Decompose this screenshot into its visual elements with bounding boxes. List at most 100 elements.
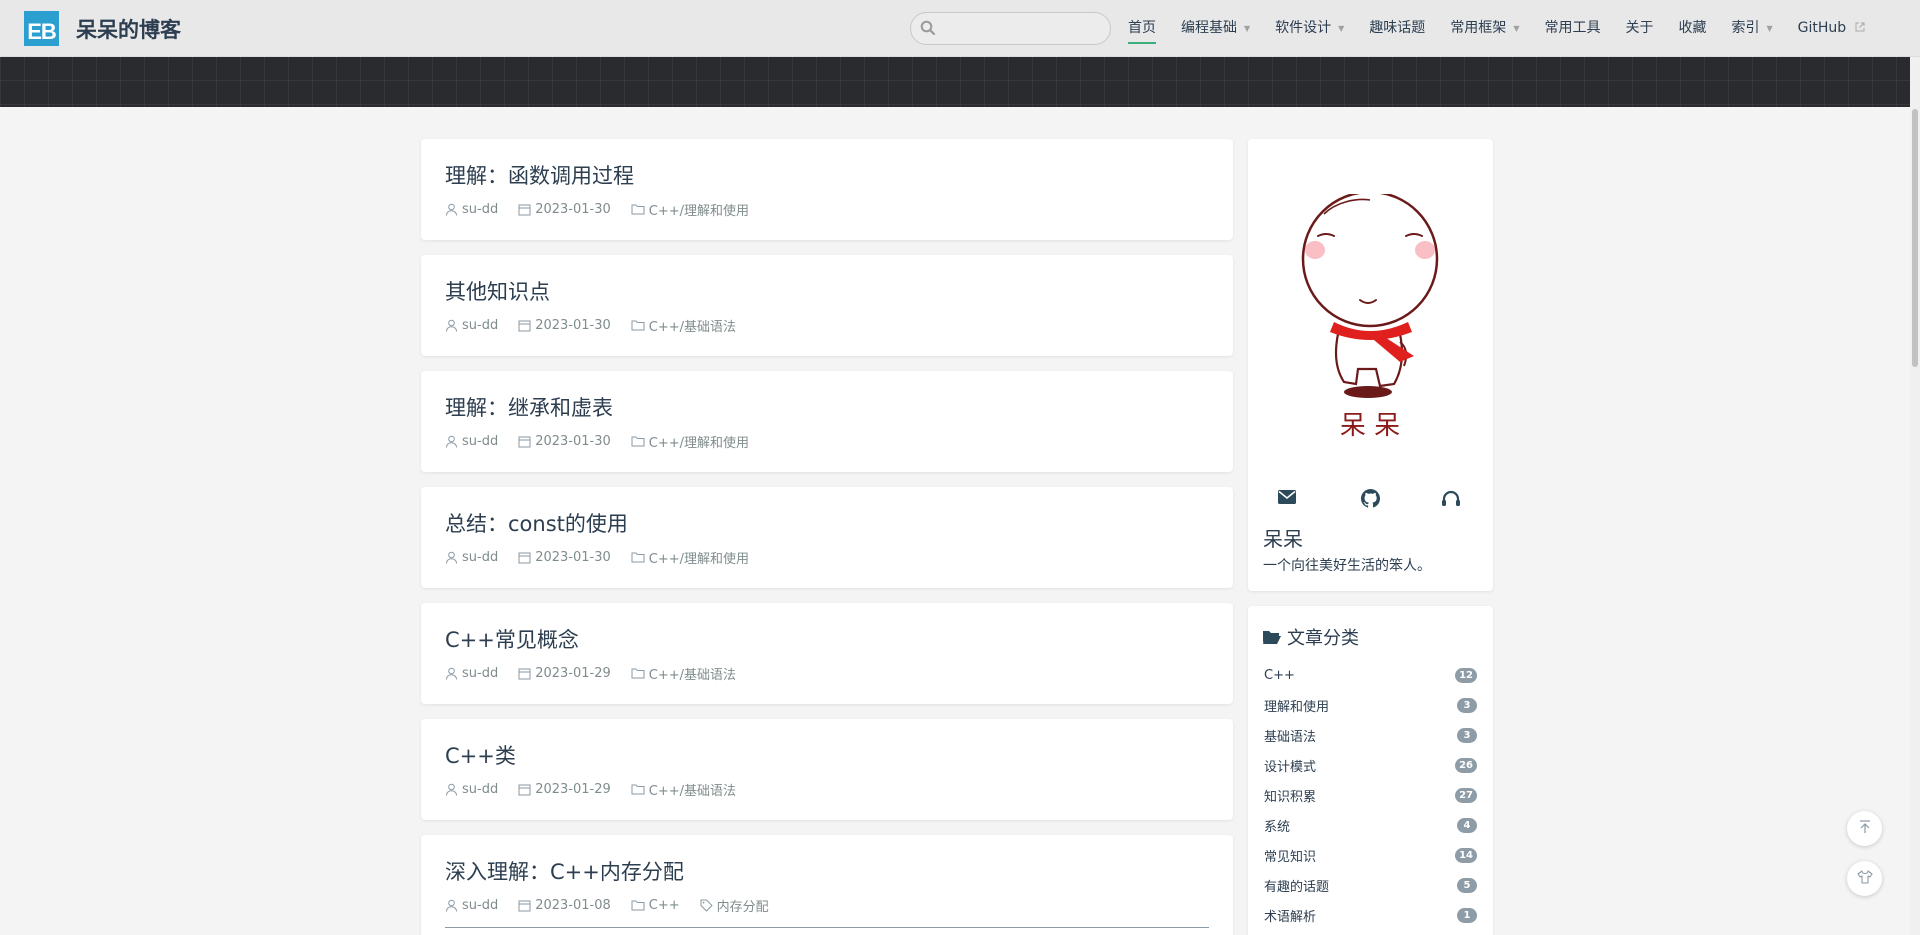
category-text: C++/理解和使用	[648, 203, 750, 219]
nav-programming-basics[interactable]: 编程基础 ▼	[1181, 0, 1250, 57]
nav-label: 趣味话题	[1369, 20, 1426, 36]
post-author[interactable]: su-dd	[445, 666, 498, 681]
post-category[interactable]: C++/基础语法	[631, 664, 736, 683]
shirt-icon	[1856, 869, 1873, 888]
user-icon	[446, 435, 457, 448]
category-label: 设计模式	[1264, 759, 1317, 775]
nav-github[interactable]: GitHub	[1798, 0, 1865, 57]
post-category[interactable]: C++	[631, 898, 680, 913]
category-heading[interactable]: 文章分类	[1262, 624, 1359, 650]
post-tag[interactable]: 内存分配	[700, 896, 769, 915]
category-label: 术语解析	[1264, 909, 1317, 925]
folder-icon	[631, 552, 645, 563]
nav-label: 编程基础	[1181, 20, 1237, 36]
post-author[interactable]: su-dd	[445, 318, 498, 333]
external-link-icon	[1851, 22, 1865, 35]
post-title[interactable]: 深入理解：C++内存分配	[445, 857, 1209, 887]
post-author[interactable]: su-dd	[445, 782, 498, 797]
post-title[interactable]: 其他知识点	[445, 277, 1209, 307]
calendar-icon	[518, 784, 531, 795]
nav-frameworks[interactable]: 常用框架 ▼	[1450, 0, 1519, 57]
post-author[interactable]: su-dd	[445, 434, 498, 449]
nav-about[interactable]: 关于	[1625, 0, 1653, 57]
nav-label: GitHub	[1797, 20, 1847, 36]
site-logo[interactable]: EB	[24, 11, 59, 46]
search-icon	[920, 20, 936, 40]
profile-name: 呆呆	[1263, 527, 1303, 551]
github-icon[interactable]	[1361, 489, 1380, 512]
post-title[interactable]: 理解：函数调用过程	[445, 161, 1209, 191]
post-category[interactable]: C++/理解和使用	[631, 200, 749, 219]
category-item[interactable]: 术语解析 1	[1264, 900, 1477, 930]
post-meta: su-dd 2023-01-29 C++/基础语法	[445, 780, 1209, 799]
page-scrollbar[interactable]	[1910, 57, 1920, 935]
profile-card: 呆 呆 呆呆 一个向往美好生活的笨人。	[1248, 139, 1493, 591]
folder-icon	[631, 668, 645, 679]
caret-down-icon: ▼	[1766, 24, 1773, 33]
post-title[interactable]: 总结：const的使用	[445, 509, 1209, 539]
category-item[interactable]: 常见知识 14	[1264, 840, 1477, 870]
category-item[interactable]: 知识积累 27	[1264, 780, 1477, 810]
nav-fun-topics[interactable]: 趣味话题	[1369, 0, 1425, 57]
hero-banner	[0, 57, 1920, 107]
post-category[interactable]: C++/基础语法	[631, 316, 736, 335]
top-navbar: EB 呆呆的博客 首页 编程基础 ▼ 软件设计 ▼ 趣味话题 常用框架 ▼ 常用工具 …	[0, 0, 1920, 57]
nav-index[interactable]: 索引 ▼	[1731, 0, 1772, 57]
category-item[interactable]: C++ 12	[1264, 660, 1477, 690]
nav-favorites[interactable]: 收藏	[1678, 0, 1706, 57]
category-item[interactable]: 设计模式 26	[1264, 750, 1477, 780]
category-heading-text: 文章分类	[1287, 628, 1359, 649]
category-text: C++/基础语法	[648, 667, 737, 683]
post-title[interactable]: C++常见概念	[445, 625, 1209, 655]
main-nav: 首页 编程基础 ▼ 软件设计 ▼ 趣味话题 常用框架 ▼ 常用工具 关于 收藏 索引 ▼…	[1128, 0, 1890, 57]
folder-icon	[631, 436, 645, 447]
category-text: C++/基础语法	[648, 783, 737, 799]
category-label: 系统	[1264, 819, 1291, 835]
category-label: C++	[1264, 667, 1295, 683]
nav-tools[interactable]: 常用工具	[1544, 0, 1600, 57]
post-card: 总结：const的使用 su-dd 2023-01-30 C++/理解和使用	[421, 487, 1233, 588]
date-text: 2023-01-29	[535, 665, 611, 681]
post-author[interactable]: su-dd	[445, 898, 498, 913]
scrollbar-thumb[interactable]	[1912, 109, 1918, 367]
nav-home[interactable]: 首页	[1128, 0, 1156, 57]
post-author[interactable]: su-dd	[445, 550, 498, 565]
category-item[interactable]: 理解和使用 3	[1264, 690, 1477, 720]
category-list: C++ 12 理解和使用 3 基础语法 3 设计模式 26 知识积累 27 系统 4 常见知…	[1264, 660, 1477, 930]
post-author[interactable]: su-dd	[445, 202, 498, 217]
date-text: 2023-01-08	[535, 897, 611, 913]
post-title[interactable]: 理解：继承和虚表	[445, 393, 1209, 423]
date-text: 2023-01-30	[535, 433, 611, 449]
category-count: 1	[1457, 907, 1477, 923]
folder-icon	[631, 204, 645, 215]
mail-icon[interactable]	[1278, 489, 1296, 508]
post-meta: su-dd 2023-01-30 C++/基础语法	[445, 316, 1209, 335]
search-box[interactable]	[910, 12, 1111, 45]
search-input[interactable]	[941, 19, 1101, 39]
category-count: 3	[1457, 727, 1477, 743]
user-icon	[446, 899, 457, 912]
post-category[interactable]: C++/理解和使用	[631, 548, 749, 567]
category-count: 4	[1457, 817, 1477, 833]
theme-button[interactable]	[1847, 861, 1882, 896]
category-item[interactable]: 基础语法 3	[1264, 720, 1477, 750]
headphones-icon[interactable]	[1441, 489, 1461, 511]
post-title[interactable]: C++类	[445, 741, 1209, 771]
post-category[interactable]: C++/基础语法	[631, 780, 736, 799]
folder-icon	[631, 784, 645, 795]
category-count: 27	[1455, 787, 1477, 803]
post-date: 2023-01-30	[518, 550, 611, 565]
post-date: 2023-01-29	[518, 666, 611, 681]
post-list: 理解：函数调用过程 su-dd 2023-01-30 C++/理解和使用 其他知…	[421, 139, 1233, 935]
nav-software-design[interactable]: 软件设计 ▼	[1275, 0, 1344, 57]
nav-label: 常用框架	[1450, 20, 1507, 36]
category-item[interactable]: 系统 4	[1264, 810, 1477, 840]
back-to-top-button[interactable]	[1847, 811, 1882, 846]
post-category[interactable]: C++/理解和使用	[631, 432, 749, 451]
site-title[interactable]: 呆呆的博客	[76, 14, 181, 44]
post-date: 2023-01-30	[518, 202, 611, 217]
post-divider	[445, 927, 1209, 928]
category-text: C++/理解和使用	[648, 435, 750, 451]
category-item[interactable]: 有趣的话题 5	[1264, 870, 1477, 900]
calendar-icon	[518, 436, 531, 447]
